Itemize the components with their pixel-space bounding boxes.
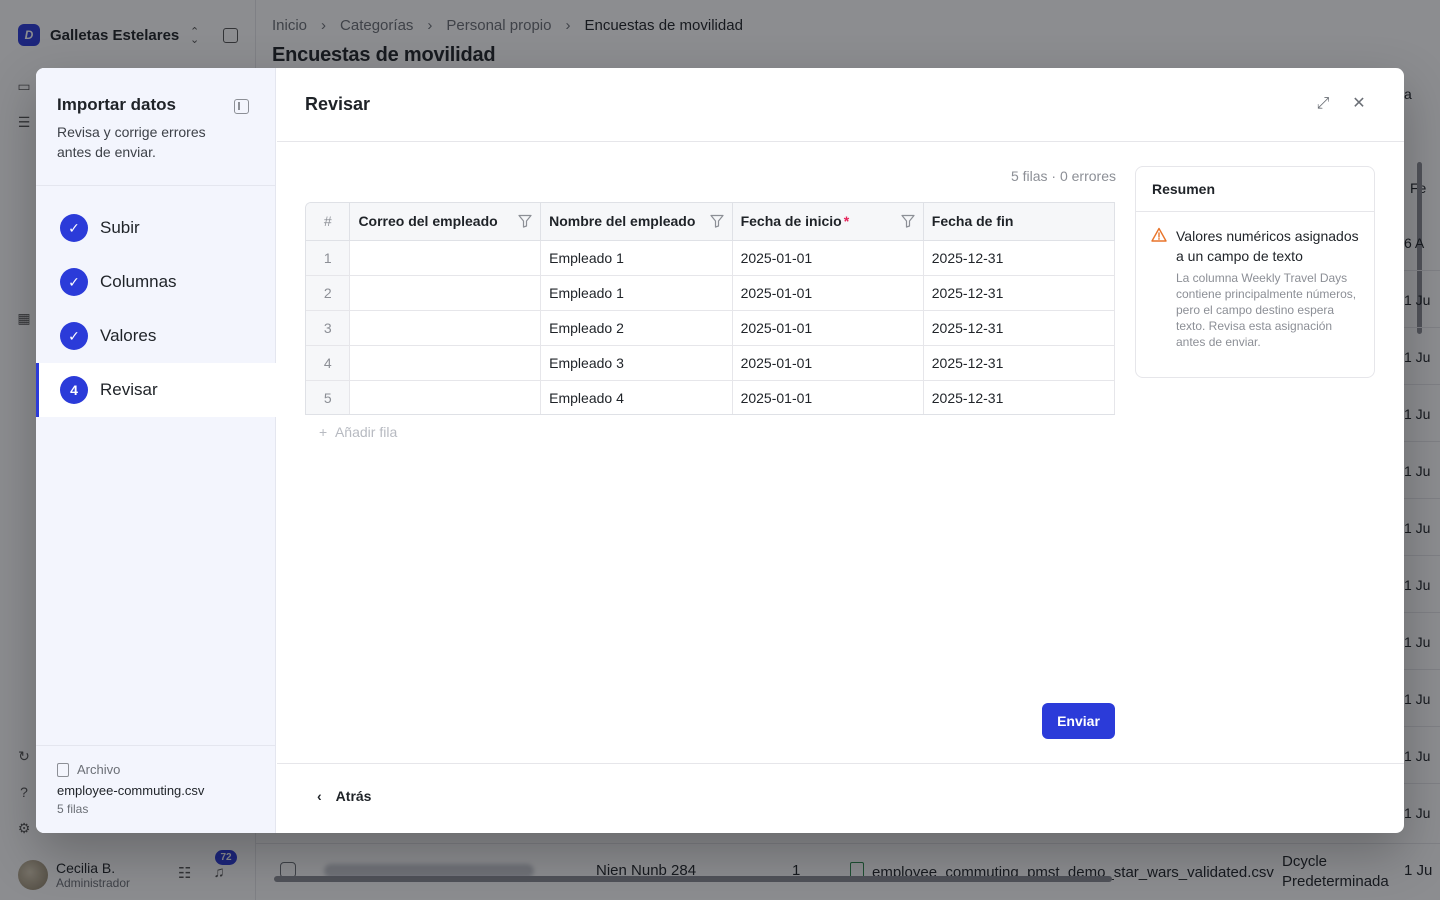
cell-name[interactable]: Empleado 1 (540, 275, 733, 311)
table-row: 1 Empleado 1 2025-01-01 2025-12-31 (306, 240, 1115, 276)
step-upload[interactable]: ✓ Subir (36, 201, 276, 255)
plus-icon: + (319, 424, 328, 440)
check-icon: ✓ (60, 214, 88, 242)
wizard-subtitle: Revisa y corrige errores antes de enviar… (57, 124, 206, 160)
step-label: Valores (100, 326, 157, 345)
column-header-label: Fecha de fin (931, 213, 1014, 230)
row-index: 3 (306, 310, 351, 346)
collapse-panel-icon[interactable] (234, 99, 249, 114)
row-index: 4 (306, 345, 351, 381)
file-row-count: 5 filas (57, 802, 89, 816)
cell-email[interactable] (349, 240, 542, 276)
summary-panel: Resumen Valores numéricos asignados a un… (1135, 166, 1375, 378)
cell-end-date[interactable]: 2025-12-31 (923, 345, 1115, 381)
file-icon (57, 762, 69, 777)
cell-email[interactable] (349, 310, 542, 346)
column-header-index: # (306, 203, 351, 241)
filter-icon[interactable] (709, 214, 724, 228)
table-row: 5 Empleado 4 2025-01-01 2025-12-31 (306, 380, 1115, 414)
warning-description: La columna Weekly Travel Days contiene p… (1176, 271, 1357, 349)
check-icon: ✓ (60, 268, 88, 296)
file-label: Archivo (77, 762, 121, 777)
cell-end-date[interactable]: 2025-12-31 (923, 275, 1115, 311)
warning-title: Valores numéricos asignados a un campo d… (1176, 228, 1359, 264)
add-row-button[interactable]: + Añadir fila (319, 424, 397, 440)
cell-end-date[interactable]: 2025-12-31 (923, 310, 1115, 346)
check-icon: ✓ (60, 322, 88, 350)
back-label: Atrás (335, 788, 372, 804)
step-label: Subir (100, 218, 140, 237)
table-row: 3 Empleado 2 2025-01-01 2025-12-31 (306, 310, 1115, 346)
required-marker: * (843, 213, 850, 230)
file-name: employee-commuting.csv (57, 783, 205, 798)
step-label: Columnas (100, 272, 177, 291)
modal-footer: ‹ Atrás (277, 763, 1404, 833)
column-header-name[interactable]: Nombre del empleado (540, 203, 733, 241)
cell-start-date[interactable]: 2025-01-01 (732, 240, 924, 276)
expand-icon[interactable]: ⤢ (1314, 95, 1332, 113)
column-header-label: Fecha de inicio (740, 213, 842, 230)
cell-name[interactable]: Empleado 2 (540, 310, 733, 346)
import-modal: Importar datos Revisa y corrige errores … (36, 68, 1404, 833)
warning-item: Valores numéricos asignados a un campo d… (1136, 212, 1374, 350)
column-header-email[interactable]: Correo del empleado (349, 203, 542, 241)
table-row: 2 Empleado 1 2025-01-01 2025-12-31 (306, 275, 1115, 311)
cell-start-date[interactable]: 2025-01-01 (732, 345, 924, 381)
step-review[interactable]: 4 Revisar (36, 363, 276, 417)
cell-end-date[interactable]: 2025-12-31 (923, 240, 1115, 276)
cell-end-date[interactable]: 2025-12-31 (923, 380, 1115, 414)
step-values[interactable]: ✓ Valores (36, 309, 276, 363)
table-row: 4 Empleado 3 2025-01-01 2025-12-31 (306, 345, 1115, 381)
row-index: 5 (306, 380, 351, 414)
row-index: 2 (306, 275, 351, 311)
back-button[interactable]: ‹ Atrás (317, 788, 371, 804)
review-title: Revisar (305, 94, 371, 114)
add-row-label: Añadir fila (334, 424, 398, 440)
cell-email[interactable] (349, 345, 542, 381)
review-table: # Correo del empleado Nombre del emplead… (305, 202, 1115, 415)
cell-name[interactable]: Empleado 4 (540, 380, 733, 414)
cell-start-date[interactable]: 2025-01-01 (732, 380, 924, 414)
cell-name[interactable]: Empleado 1 (540, 240, 733, 276)
row-index: 1 (306, 240, 351, 276)
wizard-title: Importar datos (57, 95, 177, 114)
cell-start-date[interactable]: 2025-01-01 (732, 310, 924, 346)
review-panel: Revisar ⤢ ✕ 5 filas · 0 errores # Correo… (277, 68, 1404, 833)
column-header-label: Nombre del empleado (549, 213, 696, 230)
step-number: 4 (60, 376, 88, 404)
wizard-sidebar: Importar datos Revisa y corrige errores … (36, 68, 276, 833)
close-icon[interactable]: ✕ (1350, 95, 1368, 113)
column-header-end-date[interactable]: Fecha de fin (923, 203, 1115, 241)
table-header-row: # Correo del empleado Nombre del emplead… (306, 203, 1115, 241)
summary-title: Resumen (1136, 167, 1374, 212)
column-header-label: Correo del empleado (358, 213, 498, 230)
step-columns[interactable]: ✓ Columnas (36, 255, 276, 309)
submit-button[interactable]: Enviar (1042, 703, 1115, 739)
column-header-start-date[interactable]: Fecha de inicio * (732, 203, 924, 241)
cell-email[interactable] (349, 380, 542, 414)
wizard-steps: ✓ Subir ✓ Columnas ✓ Valores 4 Revisar (36, 201, 276, 417)
file-info: Archivo employee-commuting.csv 5 filas (36, 745, 276, 833)
cell-start-date[interactable]: 2025-01-01 (732, 275, 924, 311)
cell-name[interactable]: Empleado 3 (540, 345, 733, 381)
filter-icon[interactable] (901, 214, 915, 228)
step-label: Revisar (100, 380, 158, 399)
chevron-left-icon: ‹ (317, 788, 322, 804)
cell-email[interactable] (349, 275, 542, 311)
filter-icon[interactable] (518, 214, 532, 228)
warning-icon (1151, 227, 1167, 242)
row-error-count: 5 filas · 0 errores (1010, 168, 1116, 184)
